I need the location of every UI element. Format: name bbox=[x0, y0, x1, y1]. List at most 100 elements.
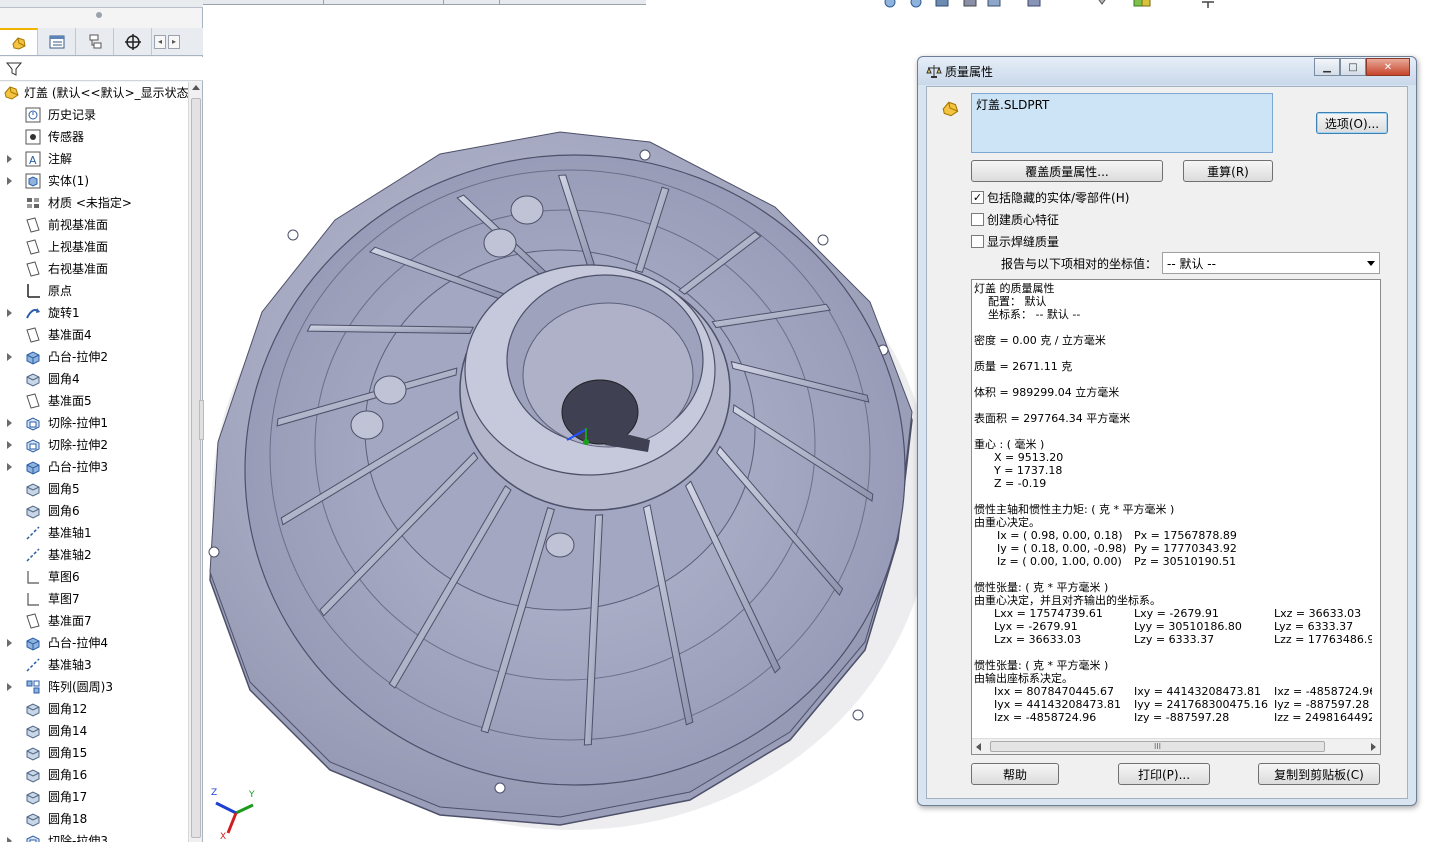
configuration-manager-icon bbox=[89, 34, 101, 48]
mass-properties-results[interactable]: 灯盖 的质量属性 配置： 默认 坐标系： -- 默认 -- 密度 = 0.00 … bbox=[971, 279, 1381, 755]
results-tensor1-sub: 由重心决定，并且对齐输出的坐标系。 bbox=[974, 594, 1161, 607]
tree-item[interactable]: 基准轴2 bbox=[0, 544, 188, 566]
tree-root-part[interactable]: 灯盖 (默认<<默认>_显示状态 bbox=[0, 82, 188, 104]
expand-arrow-icon[interactable] bbox=[7, 441, 12, 449]
checkbox-unchecked-icon[interactable] bbox=[971, 212, 984, 226]
sketch-icon bbox=[27, 593, 39, 606]
tree-item[interactable]: 圆角4 bbox=[0, 368, 188, 390]
results-tensor2-cell: Izy = -887597.28 bbox=[1134, 711, 1230, 724]
tree-item-label: 圆角15 bbox=[48, 746, 88, 760]
tree-item[interactable]: 材质 <未指定> bbox=[0, 192, 188, 214]
results-com-z: Z = -0.19 bbox=[994, 477, 1047, 490]
tree-item[interactable]: 传感器 bbox=[0, 126, 188, 148]
hide-show-items-icon[interactable] bbox=[1096, 0, 1108, 5]
tree-item[interactable]: 圆角17 bbox=[0, 786, 188, 808]
expand-arrow-icon[interactable] bbox=[7, 463, 12, 471]
minimize-button[interactable]: ▁ bbox=[1314, 58, 1340, 76]
filter-icon[interactable] bbox=[5, 60, 23, 78]
maximize-button[interactable]: □ bbox=[1340, 58, 1366, 76]
close-button[interactable]: ✕ bbox=[1366, 58, 1410, 76]
tree-item[interactable]: 旋转1 bbox=[0, 302, 188, 324]
tree-vertical-scrollbar[interactable] bbox=[188, 82, 202, 842]
tree-item[interactable]: 圆角14 bbox=[0, 720, 188, 742]
tree-item[interactable]: 基准轴1 bbox=[0, 522, 188, 544]
tree-item[interactable]: 圆角12 bbox=[0, 698, 188, 720]
scroll-left-arrow-icon[interactable] bbox=[976, 743, 981, 751]
show-weld-mass-checkbox[interactable]: 显示焊缝质量 bbox=[971, 233, 1059, 249]
tree-item[interactable]: 切除-拉伸3 bbox=[0, 830, 188, 842]
plane-icon bbox=[26, 239, 40, 255]
expand-arrow-icon[interactable] bbox=[7, 353, 12, 361]
selected-item[interactable]: 灯盖.SLDPRT bbox=[976, 98, 1049, 112]
tab-feature-manager[interactable] bbox=[0, 28, 38, 55]
tree-item[interactable]: 草图7 bbox=[0, 588, 188, 610]
tab-property-manager[interactable] bbox=[38, 28, 76, 55]
results-scroll-thumb[interactable]: III bbox=[990, 741, 1325, 752]
create-com-checkbox[interactable]: 创建质心特征 bbox=[971, 211, 1059, 227]
print-button[interactable]: 打印(P)... bbox=[1118, 763, 1210, 785]
override-mass-properties-button[interactable]: 覆盖质量属性... bbox=[971, 160, 1163, 182]
expand-arrow-icon[interactable] bbox=[7, 419, 12, 427]
tree-item[interactable]: 圆角16 bbox=[0, 764, 188, 786]
fillet-icon bbox=[26, 813, 40, 827]
fillet-icon bbox=[26, 373, 40, 387]
include-hidden-checkbox[interactable]: ✓ 包括隐藏的实体/零部件(H) bbox=[971, 189, 1129, 205]
checkbox-checked-icon[interactable]: ✓ bbox=[971, 190, 984, 204]
dialog-titlebar[interactable]: 质量属性 ▁ □ ✕ bbox=[918, 57, 1416, 85]
expand-arrow-icon[interactable] bbox=[7, 309, 12, 317]
expand-arrow-icon[interactable] bbox=[7, 683, 12, 691]
tree-item[interactable]: 基准面5 bbox=[0, 390, 188, 412]
svg-text:X: X bbox=[220, 832, 226, 840]
tab-dimxpert-manager[interactable] bbox=[114, 28, 152, 55]
tree-item[interactable]: 历史记录 bbox=[0, 104, 188, 126]
tab-scroll-right-button[interactable]: ▸ bbox=[168, 34, 180, 49]
results-horizontal-scrollbar[interactable]: III bbox=[972, 738, 1380, 754]
tab-configuration-manager[interactable] bbox=[76, 28, 114, 55]
tree-item[interactable]: 圆角6 bbox=[0, 500, 188, 522]
copy-to-clipboard-button[interactable]: 复制到剪贴板(C) bbox=[1258, 763, 1380, 785]
tree-item[interactable]: 上视基准面 bbox=[0, 236, 188, 258]
tree-item[interactable]: 基准轴3 bbox=[0, 654, 188, 676]
results-text-area[interactable]: 灯盖 的质量属性 配置： 默认 坐标系： -- 默认 -- 密度 = 0.00 … bbox=[972, 280, 1372, 738]
tree-item[interactable]: 凸台-拉伸4 bbox=[0, 632, 188, 654]
tree-item[interactable]: 切除-拉伸1 bbox=[0, 412, 188, 434]
tree-item[interactable]: 草图6 bbox=[0, 566, 188, 588]
tree-item[interactable]: 基准面7 bbox=[0, 610, 188, 632]
tree-scroll-thumb[interactable] bbox=[191, 98, 201, 838]
tree-item[interactable]: 前视基准面 bbox=[0, 214, 188, 236]
panel-grip-handle[interactable] bbox=[96, 12, 102, 18]
scroll-right-arrow-icon[interactable] bbox=[1371, 743, 1376, 751]
dialog-body: 灯盖.SLDPRT 选项(O)... 覆盖质量属性... 重算(R) ✓ 包括隐… bbox=[926, 86, 1408, 799]
feature-manager-tabs: ◂ ▸ bbox=[0, 28, 203, 56]
expand-arrow-icon[interactable] bbox=[7, 837, 12, 842]
svg-text:Y: Y bbox=[248, 790, 255, 800]
tree-item[interactable]: 基准面4 bbox=[0, 324, 188, 346]
tree-item[interactable]: 圆角18 bbox=[0, 808, 188, 830]
tab-scroll-left-button[interactable]: ◂ bbox=[154, 34, 166, 49]
annotation-icon: A bbox=[25, 151, 41, 167]
chevron-down-icon[interactable] bbox=[1367, 261, 1375, 266]
recalculate-button[interactable]: 重算(R) bbox=[1183, 160, 1273, 182]
checkbox-unchecked-icon[interactable] bbox=[971, 234, 984, 248]
expand-arrow-icon[interactable] bbox=[7, 155, 12, 163]
tree-item[interactable]: 右视基准面 bbox=[0, 258, 188, 280]
scroll-up-arrow-icon[interactable] bbox=[192, 85, 200, 90]
tree-item[interactable]: 原点 bbox=[0, 280, 188, 302]
lamp-cover-part-model[interactable] bbox=[208, 131, 932, 830]
tree-item[interactable]: 凸台-拉伸3 bbox=[0, 456, 188, 478]
tree-item[interactable]: 阵列(圆周)3 bbox=[0, 676, 188, 698]
tree-item[interactable]: 圆角5 bbox=[0, 478, 188, 500]
help-button[interactable]: 帮助 bbox=[971, 763, 1059, 785]
expand-arrow-icon[interactable] bbox=[7, 639, 12, 647]
tree-item[interactable]: 凸台-拉伸2 bbox=[0, 346, 188, 368]
tree-item[interactable]: A 注解 bbox=[0, 148, 188, 170]
coordinate-system-select[interactable]: -- 默认 -- bbox=[1162, 252, 1380, 274]
selected-items-list[interactable]: 灯盖.SLDPRT bbox=[971, 93, 1273, 153]
tree-item[interactable]: 圆角15 bbox=[0, 742, 188, 764]
tree-item[interactable]: 实体(1) bbox=[0, 170, 188, 192]
tree-item[interactable]: 切除-拉伸2 bbox=[0, 434, 188, 456]
options-button[interactable]: 选项(O)... bbox=[1316, 112, 1388, 134]
expand-arrow-icon[interactable] bbox=[7, 177, 12, 185]
results-tensor2-title: 惯性张量: ( 克 * 平方毫米 ) bbox=[974, 659, 1109, 672]
tree-filter-bar[interactable] bbox=[0, 57, 203, 81]
